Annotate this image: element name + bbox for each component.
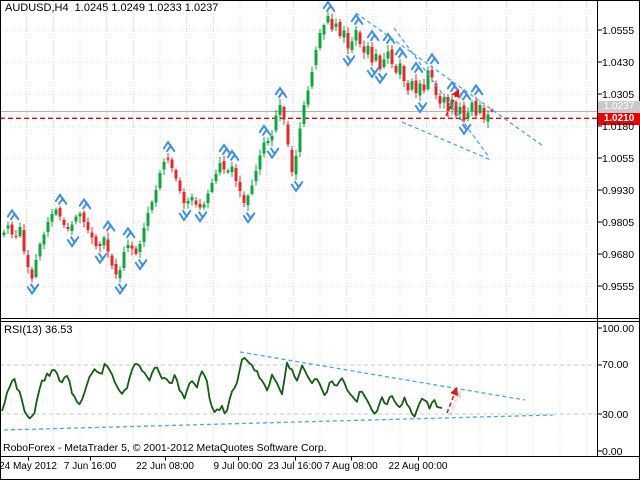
fractal-down-icon xyxy=(368,68,379,77)
fractal-up-icon xyxy=(324,2,335,11)
rsi-tick-label: 70.00 xyxy=(602,359,628,371)
price-tick-label: 1.0180 xyxy=(602,121,634,133)
price-tick-label: 0.9555 xyxy=(602,281,634,293)
price-tick-label: 1.0555 xyxy=(602,25,634,37)
rsi-tick-label: 30.00 xyxy=(602,409,628,421)
fractal-up-icon xyxy=(164,142,175,151)
fractal-up-icon xyxy=(368,31,379,40)
fractal-down-icon xyxy=(96,254,107,263)
fractal-up-icon xyxy=(396,48,407,57)
chart-window: AUDUSD,H4 1.0245 1.0249 1.0233 1.0237 RS… xyxy=(0,0,640,480)
fractal-down-icon xyxy=(376,74,387,83)
fractal-down-icon xyxy=(68,237,79,246)
fractal-down-icon xyxy=(292,182,303,191)
fractal-up-icon xyxy=(124,228,135,237)
fractal-down-icon xyxy=(196,212,207,221)
fractal-up-icon xyxy=(104,222,115,231)
fractal-arrows-layer xyxy=(8,2,483,294)
fractal-up-icon xyxy=(472,85,483,94)
rsi-tick-label: 0.00 xyxy=(602,446,622,458)
gridlines xyxy=(0,1,598,456)
fractal-down-icon xyxy=(244,213,255,222)
rsi-indicator-label: RSI(13) 36.53 xyxy=(4,324,72,336)
price-tick-label: 1.0055 xyxy=(602,153,634,165)
fractal-down-icon xyxy=(460,125,471,134)
chart-canvas[interactable] xyxy=(0,0,640,480)
rsi-tick-label: 100.00 xyxy=(602,323,634,335)
fractal-down-icon xyxy=(136,260,147,269)
price-tick-label: 1.0430 xyxy=(602,57,634,69)
price-tick-label: 0.9805 xyxy=(602,217,634,229)
fractal-down-icon xyxy=(416,103,427,112)
fractal-up-icon xyxy=(276,88,287,97)
chart-title: AUDUSD,H4 1.0245 1.0249 1.0233 1.0237 xyxy=(5,2,218,14)
rsi-line xyxy=(2,358,442,419)
bullish-forecast-arrow-rsi[interactable] xyxy=(447,387,461,416)
fractal-up-icon xyxy=(220,145,231,154)
fractal-up-icon xyxy=(352,15,363,24)
price-tick-label: 1.0305 xyxy=(602,89,634,101)
fractal-up-icon xyxy=(260,126,271,135)
fractal-up-icon xyxy=(448,82,459,91)
time-tick-label: 7 Jun 16:00 xyxy=(48,461,132,472)
price-tick-label: 0.9680 xyxy=(602,249,634,261)
time-tick-label: 22 Jun 08:00 xyxy=(123,461,207,472)
fractal-down-icon xyxy=(344,56,355,65)
rsi-wedge-lines[interactable] xyxy=(4,352,553,430)
fractal-down-icon xyxy=(180,211,191,220)
copyright-text: RoboForex - MetaTrader 5, © 2001-2012 Me… xyxy=(3,442,327,454)
fractal-up-icon xyxy=(56,195,67,204)
fractal-down-icon xyxy=(268,149,279,158)
fractal-up-icon xyxy=(80,199,91,208)
time-tick-label: 22 Aug 00:00 xyxy=(376,461,460,472)
price-tick-label: 0.9930 xyxy=(602,185,634,197)
current-price-marker: 1.0237 xyxy=(598,101,640,113)
fractal-down-icon xyxy=(28,285,39,294)
fractal-up-icon xyxy=(8,210,18,219)
